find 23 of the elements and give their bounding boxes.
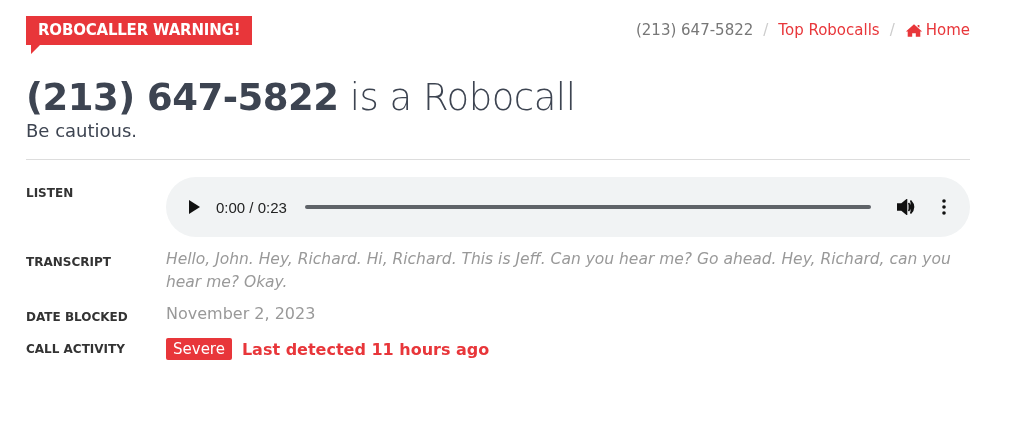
play-icon[interactable]: [188, 200, 200, 215]
breadcrumb-separator: /: [889, 21, 895, 39]
severity-badge: Severe: [166, 338, 232, 361]
field-label: TRANSCRIPT: [26, 254, 112, 272]
field-label: LISTEN: [26, 185, 75, 203]
field-label: DATE BLOCKED: [26, 309, 129, 325]
breadcrumb-current: (213) 647-5822: [635, 21, 754, 39]
transcript-text: Hello, John. Hey, Richard. Hi, Richard. This is Jeff. Can you hear me? Go ahead. Hey, Richard, can you hear me? Okay.: [166, 249, 952, 294]
home-link[interactable]: Home: [904, 21, 970, 39]
last-detected-text: Last detected 11 hours ago: [241, 339, 490, 359]
progress-track[interactable]: [304, 205, 871, 210]
breadcrumb-link[interactable]: Top Robocalls: [778, 21, 880, 39]
time-display: 0:00 / 0:23: [216, 198, 287, 216]
field-label: CALL ACTIVITY: [26, 341, 126, 359]
more-icon[interactable]: [942, 199, 946, 216]
breadcrumb-separator: /: [763, 21, 769, 39]
audio-player[interactable]: 0:00 / 0:23: [166, 177, 970, 238]
home-icon: [904, 22, 923, 38]
subtitle: Be cautious.: [26, 120, 139, 142]
date-text: November 2, 2023: [166, 304, 317, 324]
warning-banner: ROBOCALLER WARNING!: [26, 16, 253, 54]
volume-icon[interactable]: [897, 199, 916, 216]
page-title: (213) 647-5822 is a Robocall: [26, 76, 577, 121]
